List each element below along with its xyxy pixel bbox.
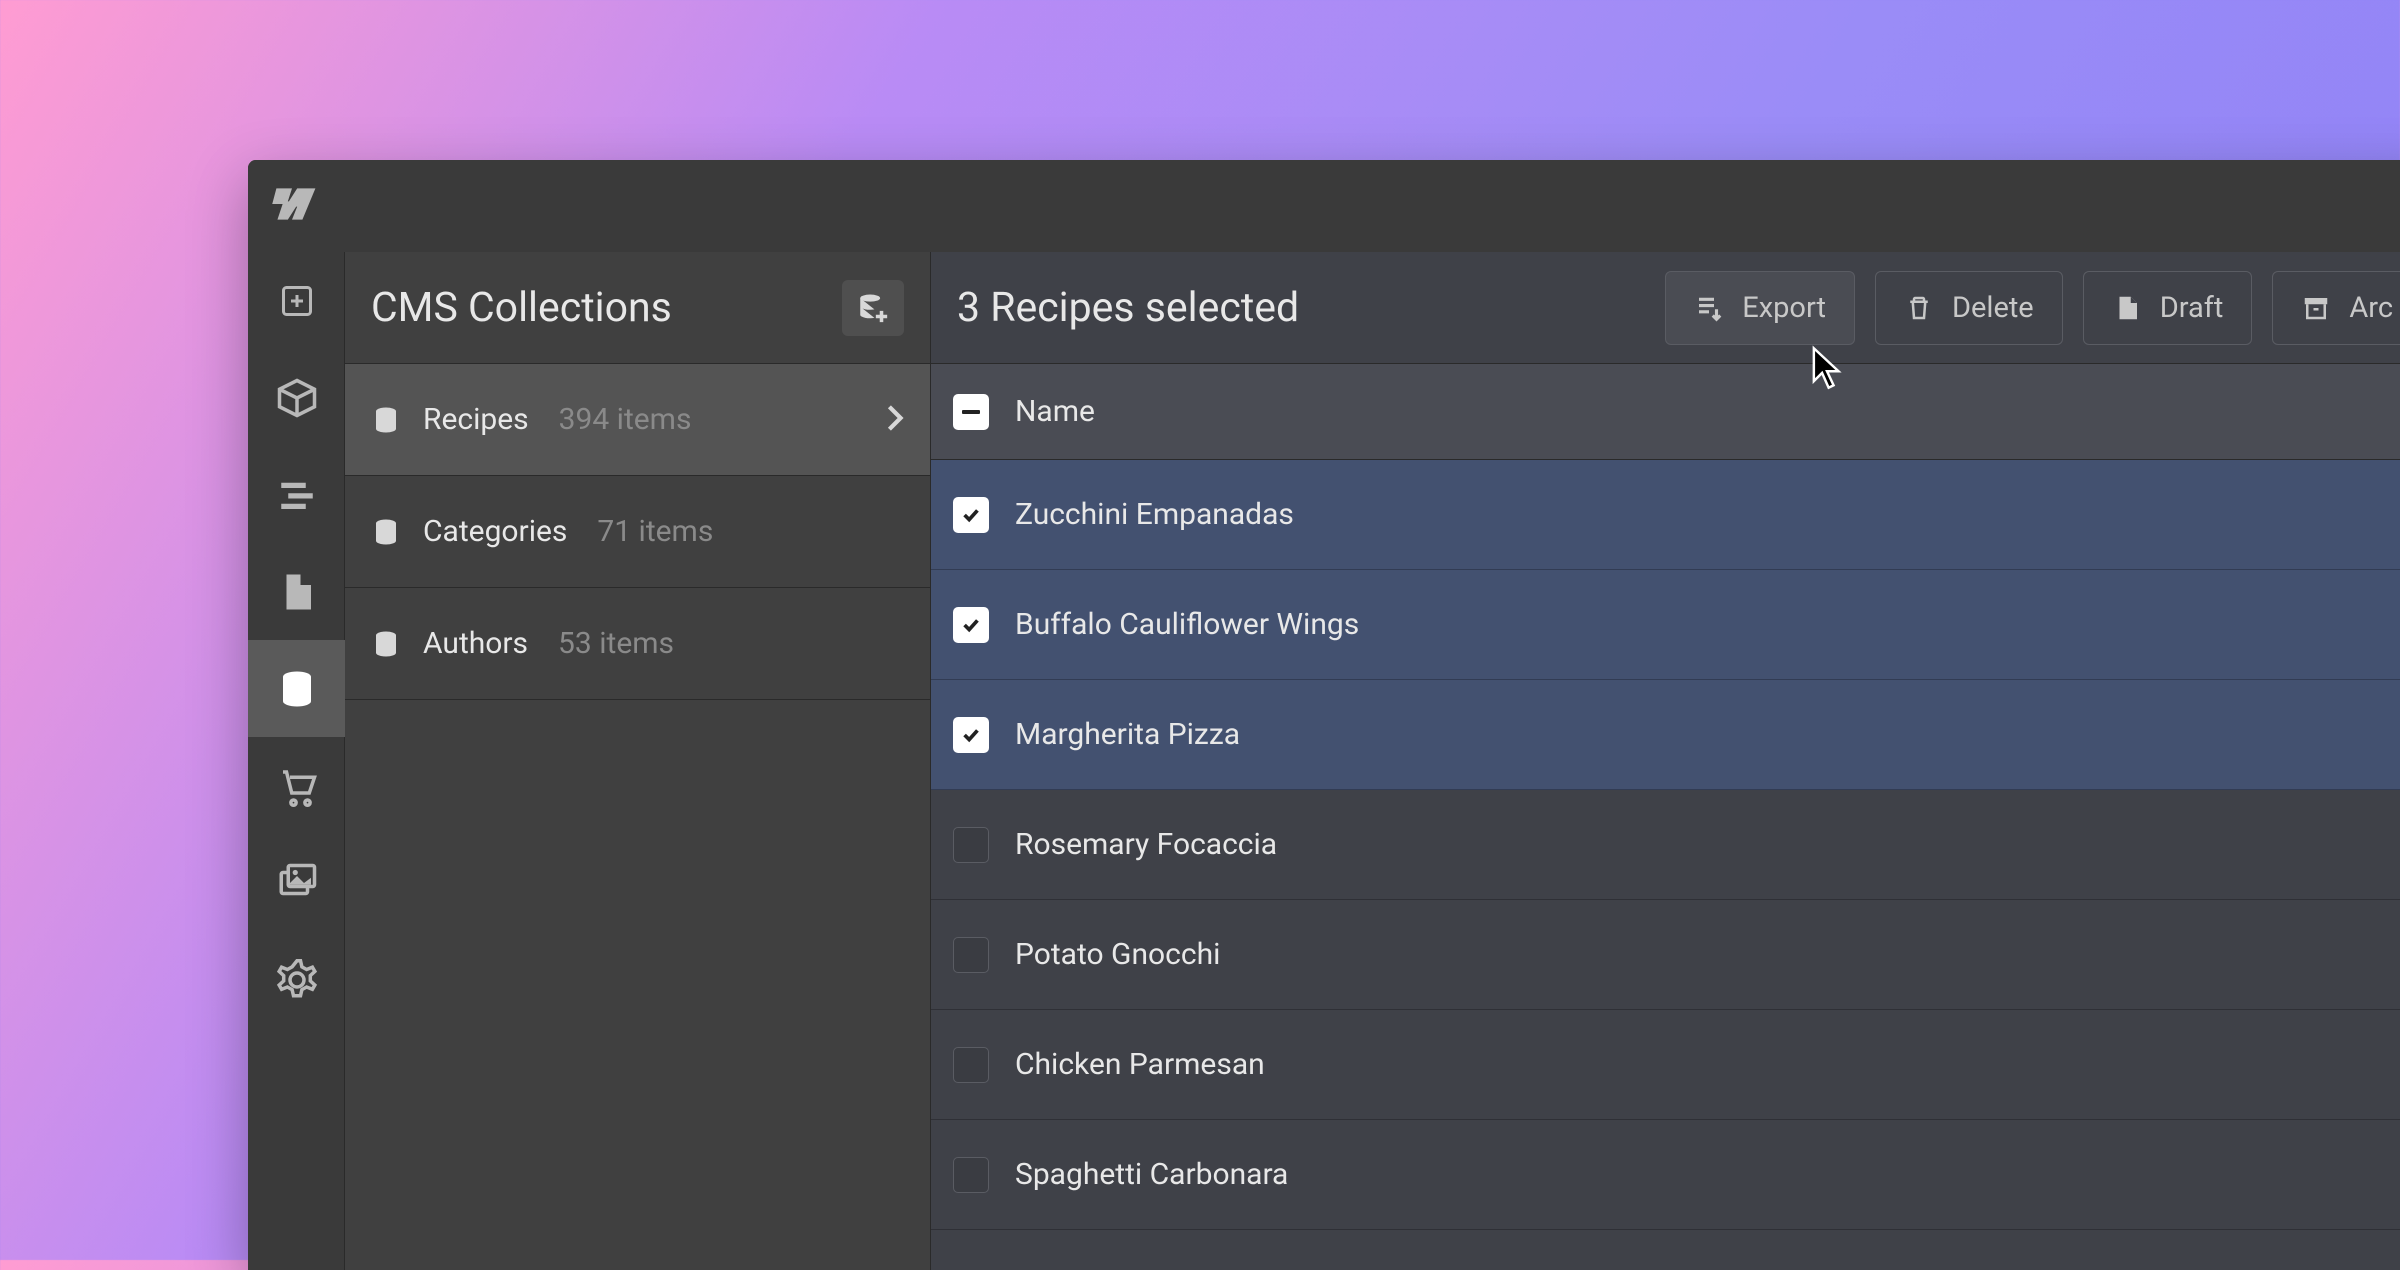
delete-button[interactable]: Delete [1875, 271, 2063, 345]
export-label: Export [1742, 291, 1826, 325]
table-row[interactable]: Spaghetti Carbonara [931, 1120, 2400, 1230]
collection-count: 394 items [559, 402, 692, 437]
iconrail-settings[interactable] [248, 931, 345, 1028]
collection-count: 53 items [558, 626, 674, 661]
row-checkbox[interactable] [953, 607, 989, 643]
iconrail-assets[interactable] [248, 834, 345, 931]
row-name: Spaghetti Carbonara [1015, 1157, 1288, 1192]
row-checkbox[interactable] [953, 1157, 989, 1193]
collection-name: Authors [423, 626, 528, 661]
table-row[interactable]: Rosemary Focaccia [931, 790, 2400, 900]
chevron-right-icon [886, 404, 904, 436]
draft-label: Draft [2160, 291, 2224, 325]
delete-label: Delete [1952, 291, 2034, 325]
archive-label: Arc [2349, 291, 2393, 325]
table-row[interactable]: Chicken Parmesan [931, 1010, 2400, 1120]
draft-button[interactable]: Draft [2083, 271, 2253, 345]
row-name: Potato Gnocchi [1015, 937, 1220, 972]
table-header: Name [931, 364, 2400, 460]
row-checkbox[interactable] [953, 937, 989, 973]
webflow-logo-icon [266, 178, 318, 234]
collections-title: CMS Collections [371, 284, 842, 332]
row-name: Zucchini Empanadas [1015, 497, 1294, 532]
iconrail [248, 252, 345, 1270]
collection-item[interactable]: Recipes 394 items [345, 364, 930, 476]
export-icon [1694, 293, 1724, 323]
table-row[interactable]: Potato Gnocchi [931, 900, 2400, 1010]
row-name: Buffalo Cauliflower Wings [1015, 607, 1359, 642]
iconrail-pages[interactable] [248, 543, 345, 640]
collections-sidebar: CMS Collections Recipes 394 items Categori… [345, 252, 931, 1270]
selection-count-text: 3 Recipes selected [957, 284, 1645, 332]
collection-item[interactable]: Categories 71 items [345, 476, 930, 588]
table-row[interactable]: Margherita Pizza [931, 680, 2400, 790]
row-name: Chicken Parmesan [1015, 1047, 1265, 1082]
export-button[interactable]: Export [1665, 271, 1855, 345]
iconrail-symbols[interactable] [248, 349, 345, 446]
titlebar [248, 160, 2400, 252]
collection-item[interactable]: Authors 53 items [345, 588, 930, 700]
row-checkbox[interactable] [953, 1047, 989, 1083]
table-row[interactable]: Zucchini Empanadas [931, 460, 2400, 570]
table-row[interactable]: Buffalo Cauliflower Wings [931, 570, 2400, 680]
collection-name: Categories [423, 514, 567, 549]
row-name: Margherita Pizza [1015, 717, 1240, 752]
add-collection-button[interactable] [842, 280, 904, 336]
main-panel: 3 Recipes selected Export Delete Draft A… [931, 252, 2400, 1270]
row-checkbox[interactable] [953, 497, 989, 533]
collection-name: Recipes [423, 402, 529, 437]
app-window: CMS Collections Recipes 394 items Categori… [248, 160, 2400, 1270]
iconrail-add[interactable] [248, 252, 345, 349]
trash-icon [1904, 293, 1934, 323]
collection-count: 71 items [597, 514, 713, 549]
app-body: CMS Collections Recipes 394 items Categori… [248, 252, 2400, 1270]
main-header: 3 Recipes selected Export Delete Draft A… [931, 252, 2400, 364]
row-checkbox[interactable] [953, 827, 989, 863]
row-name: Rosemary Focaccia [1015, 827, 1277, 862]
row-checkbox[interactable] [953, 717, 989, 753]
iconrail-navigator[interactable] [248, 446, 345, 543]
archive-button[interactable]: Arc [2272, 271, 2400, 345]
column-header-name[interactable]: Name [1015, 394, 1095, 429]
archive-icon [2301, 293, 2331, 323]
iconrail-ecommerce[interactable] [248, 737, 345, 834]
collections-header: CMS Collections [345, 252, 930, 364]
select-all-checkbox[interactable] [953, 394, 989, 430]
draft-icon [2112, 293, 2142, 323]
iconrail-cms[interactable] [248, 640, 345, 737]
